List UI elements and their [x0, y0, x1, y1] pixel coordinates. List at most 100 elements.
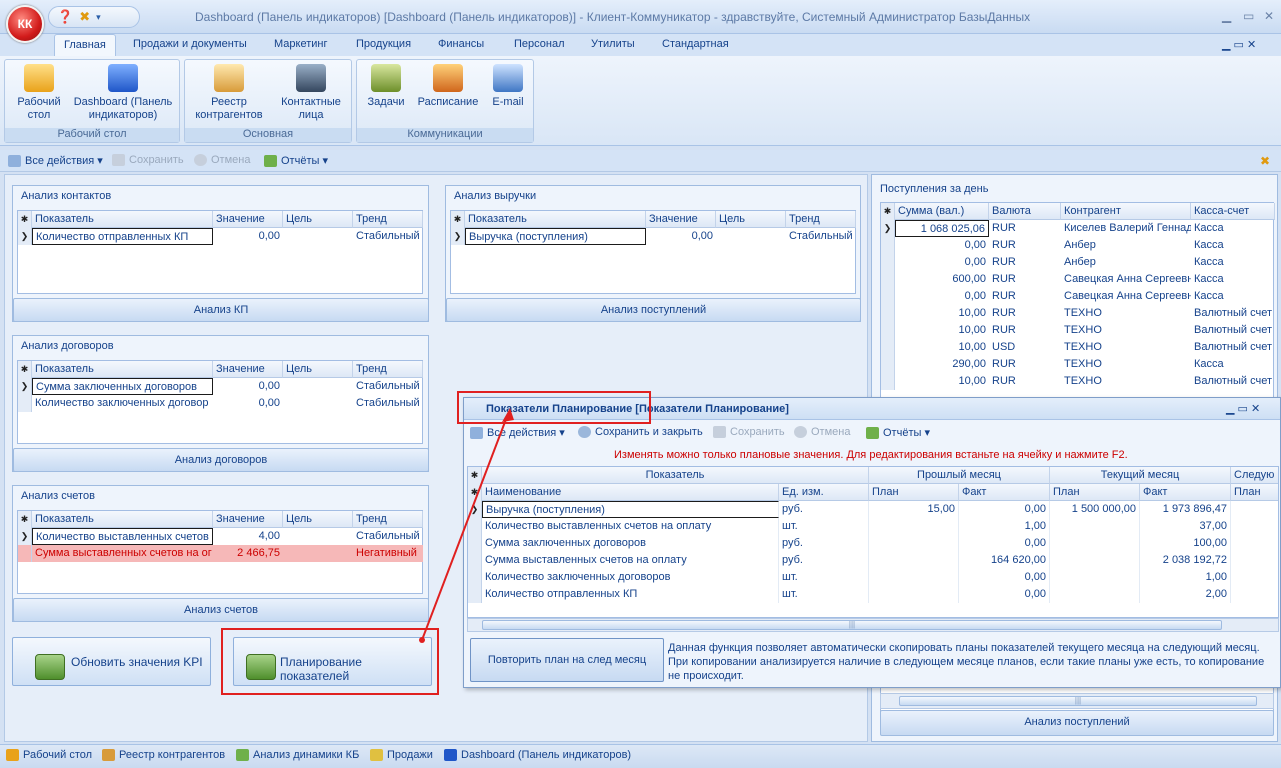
tab-personnel[interactable]: Персонал	[514, 38, 565, 50]
dashboard-button[interactable]: Dashboard (Панель индикаторов)	[71, 64, 175, 122]
revenue-grid[interactable]: ✱ Показатель Значение Цель Тренд ❯ Выруч…	[450, 210, 856, 294]
table-cell[interactable]: ТЕХНО	[1061, 322, 1191, 339]
col-header[interactable]: Показатель	[465, 211, 646, 228]
table-cell[interactable]	[869, 518, 959, 535]
table-cell[interactable]: RUR	[989, 288, 1061, 305]
table-cell[interactable]: Негативный	[353, 545, 423, 562]
table-cell[interactable]: Количество отправленных КП	[482, 586, 779, 603]
table-cell[interactable]: руб.	[779, 501, 869, 518]
col-header[interactable]: Тренд	[353, 211, 423, 228]
table-cell[interactable]: Валютный счет	[1191, 339, 1275, 356]
table-cell[interactable]: Сумма заключенных договоров	[32, 378, 213, 395]
table-cell[interactable]: RUR	[989, 220, 1061, 237]
table-cell[interactable]	[1050, 518, 1140, 535]
table-cell[interactable]: Стабильный	[353, 528, 423, 545]
table-cell[interactable]: Киселев Валерий Геннад	[1061, 220, 1191, 237]
col-header[interactable]: Тренд	[353, 511, 423, 528]
popup-cancel-button[interactable]: Отмена	[794, 426, 850, 439]
table-cell[interactable]: шт.	[779, 518, 869, 535]
toolbar-settings-icon[interactable]: ✖	[1260, 154, 1270, 168]
contractors-registry-button[interactable]: Реестр контрагентов	[191, 64, 267, 122]
table-cell[interactable]: Валютный счет	[1191, 322, 1275, 339]
ribbon-min-icon[interactable]: ▁ ▭ ✕	[1222, 38, 1256, 51]
tab-standard[interactable]: Стандартная	[662, 38, 729, 50]
col-header[interactable]: Значение	[213, 211, 283, 228]
table-cell[interactable]: 10,00	[895, 373, 989, 390]
table-cell[interactable]: 0,00	[959, 586, 1050, 603]
status-item-contractors[interactable]: Реестр контрагентов	[102, 749, 225, 762]
table-cell[interactable]: шт.	[779, 569, 869, 586]
col-header[interactable]: Цель	[283, 361, 353, 378]
table-cell[interactable]: 0,00	[213, 228, 283, 245]
col-header[interactable]: Наименование	[482, 484, 779, 501]
invoices-grid[interactable]: ✱ Показатель Значение Цель Тренд ❯ Колич…	[17, 510, 423, 594]
table-cell[interactable]: Касса	[1191, 237, 1275, 254]
group-header[interactable]: Текущий месяц	[1050, 467, 1231, 484]
group-header[interactable]: Прошлый месяц	[869, 467, 1050, 484]
table-cell[interactable]: Касса	[1191, 356, 1275, 373]
col-header[interactable]: Показатель	[32, 511, 213, 528]
analyze-invoices-button[interactable]: Анализ счетов	[13, 598, 429, 622]
table-cell[interactable]: Количество заключенных договор	[32, 395, 213, 412]
qat-tool-icon[interactable]: ✖	[79, 9, 90, 25]
table-cell[interactable]: 0,00	[959, 569, 1050, 586]
table-cell[interactable]: 1 068 025,06	[895, 220, 989, 237]
quick-access-toolbar[interactable]: ❓ ✖ ▾	[48, 6, 140, 28]
table-cell[interactable]: Выручка (поступления)	[482, 501, 779, 518]
table-cell[interactable]: 100,00	[1140, 535, 1231, 552]
col-header[interactable]: Показатель	[32, 361, 213, 378]
col-header[interactable]: Валюта	[989, 203, 1061, 220]
table-cell[interactable]: 1 500 000,00	[1050, 501, 1140, 518]
table-cell[interactable]: Анбер	[1061, 254, 1191, 271]
col-header[interactable]: Значение	[213, 511, 283, 528]
minimize-icon[interactable]: ▁	[1222, 9, 1231, 23]
scrollbar-thumb[interactable]: |||	[482, 620, 1222, 630]
table-cell[interactable]: Стабильный	[353, 395, 423, 412]
table-cell[interactable]: Стабильный	[353, 228, 423, 245]
table-cell[interactable]: Количество выставленных счетов	[32, 528, 213, 545]
col-header[interactable]: Ед. изм.	[779, 484, 869, 501]
maximize-icon[interactable]: ▭	[1243, 9, 1254, 23]
all-actions-menu[interactable]: Все действия ▾	[8, 154, 103, 168]
table-cell[interactable]: RUR	[989, 305, 1061, 322]
table-cell[interactable]: 2 466,75	[213, 545, 283, 562]
status-item-dashboard[interactable]: Dashboard (Панель индикаторов)	[444, 749, 631, 762]
table-cell[interactable]: шт.	[779, 586, 869, 603]
table-cell[interactable]: 1,00	[959, 518, 1050, 535]
col-header[interactable]: Цель	[283, 511, 353, 528]
table-cell[interactable]	[1050, 569, 1140, 586]
table-cell[interactable]: Касса	[1191, 271, 1275, 288]
col-header[interactable]: Цель	[716, 211, 786, 228]
table-cell[interactable]	[869, 569, 959, 586]
table-cell[interactable]: 2,00	[1140, 586, 1231, 603]
popup-reports-menu[interactable]: Отчёты ▾	[866, 426, 930, 440]
table-cell[interactable]: Выручка (поступления)	[465, 228, 646, 245]
help-icon[interactable]: ❓	[57, 9, 73, 25]
save-button[interactable]: Сохранить	[112, 154, 184, 167]
table-cell[interactable]: 0,00	[895, 237, 989, 254]
col-header[interactable]: Сумма (вал.)	[895, 203, 989, 220]
col-header[interactable]: План	[1050, 484, 1140, 501]
table-cell[interactable]: Савецкая Анна Сергеевн	[1061, 288, 1191, 305]
table-cell[interactable]: 37,00	[1140, 518, 1231, 535]
table-cell[interactable]: 0,00	[213, 395, 283, 412]
table-cell[interactable]: Количество отправленных КП	[32, 228, 213, 245]
table-cell[interactable]	[869, 535, 959, 552]
table-cell[interactable]: 164 620,00	[959, 552, 1050, 569]
analyze-receipts-button[interactable]: Анализ поступлений	[880, 710, 1274, 736]
table-cell[interactable]	[869, 586, 959, 603]
table-cell[interactable]: 15,00	[869, 501, 959, 518]
table-cell[interactable]	[283, 528, 353, 545]
group-header[interactable]: Следую	[1231, 467, 1278, 484]
table-cell[interactable]: Стабильный	[353, 378, 423, 395]
contracts-grid[interactable]: ✱ Показатель Значение Цель Тренд ❯ Сумма…	[17, 360, 423, 444]
table-cell[interactable]: Касса	[1191, 288, 1275, 305]
table-cell[interactable]	[1050, 586, 1140, 603]
table-cell[interactable]: Валютный счет	[1191, 305, 1275, 322]
table-cell[interactable]: 0,00	[646, 228, 716, 245]
table-cell[interactable]: 10,00	[895, 305, 989, 322]
table-cell[interactable]: 2 038 192,72	[1140, 552, 1231, 569]
update-kpi-button[interactable]: Обновить значения KPI	[12, 637, 211, 686]
tab-utilities[interactable]: Утилиты	[591, 38, 635, 50]
analyze-kp-button[interactable]: Анализ КП	[13, 298, 429, 322]
